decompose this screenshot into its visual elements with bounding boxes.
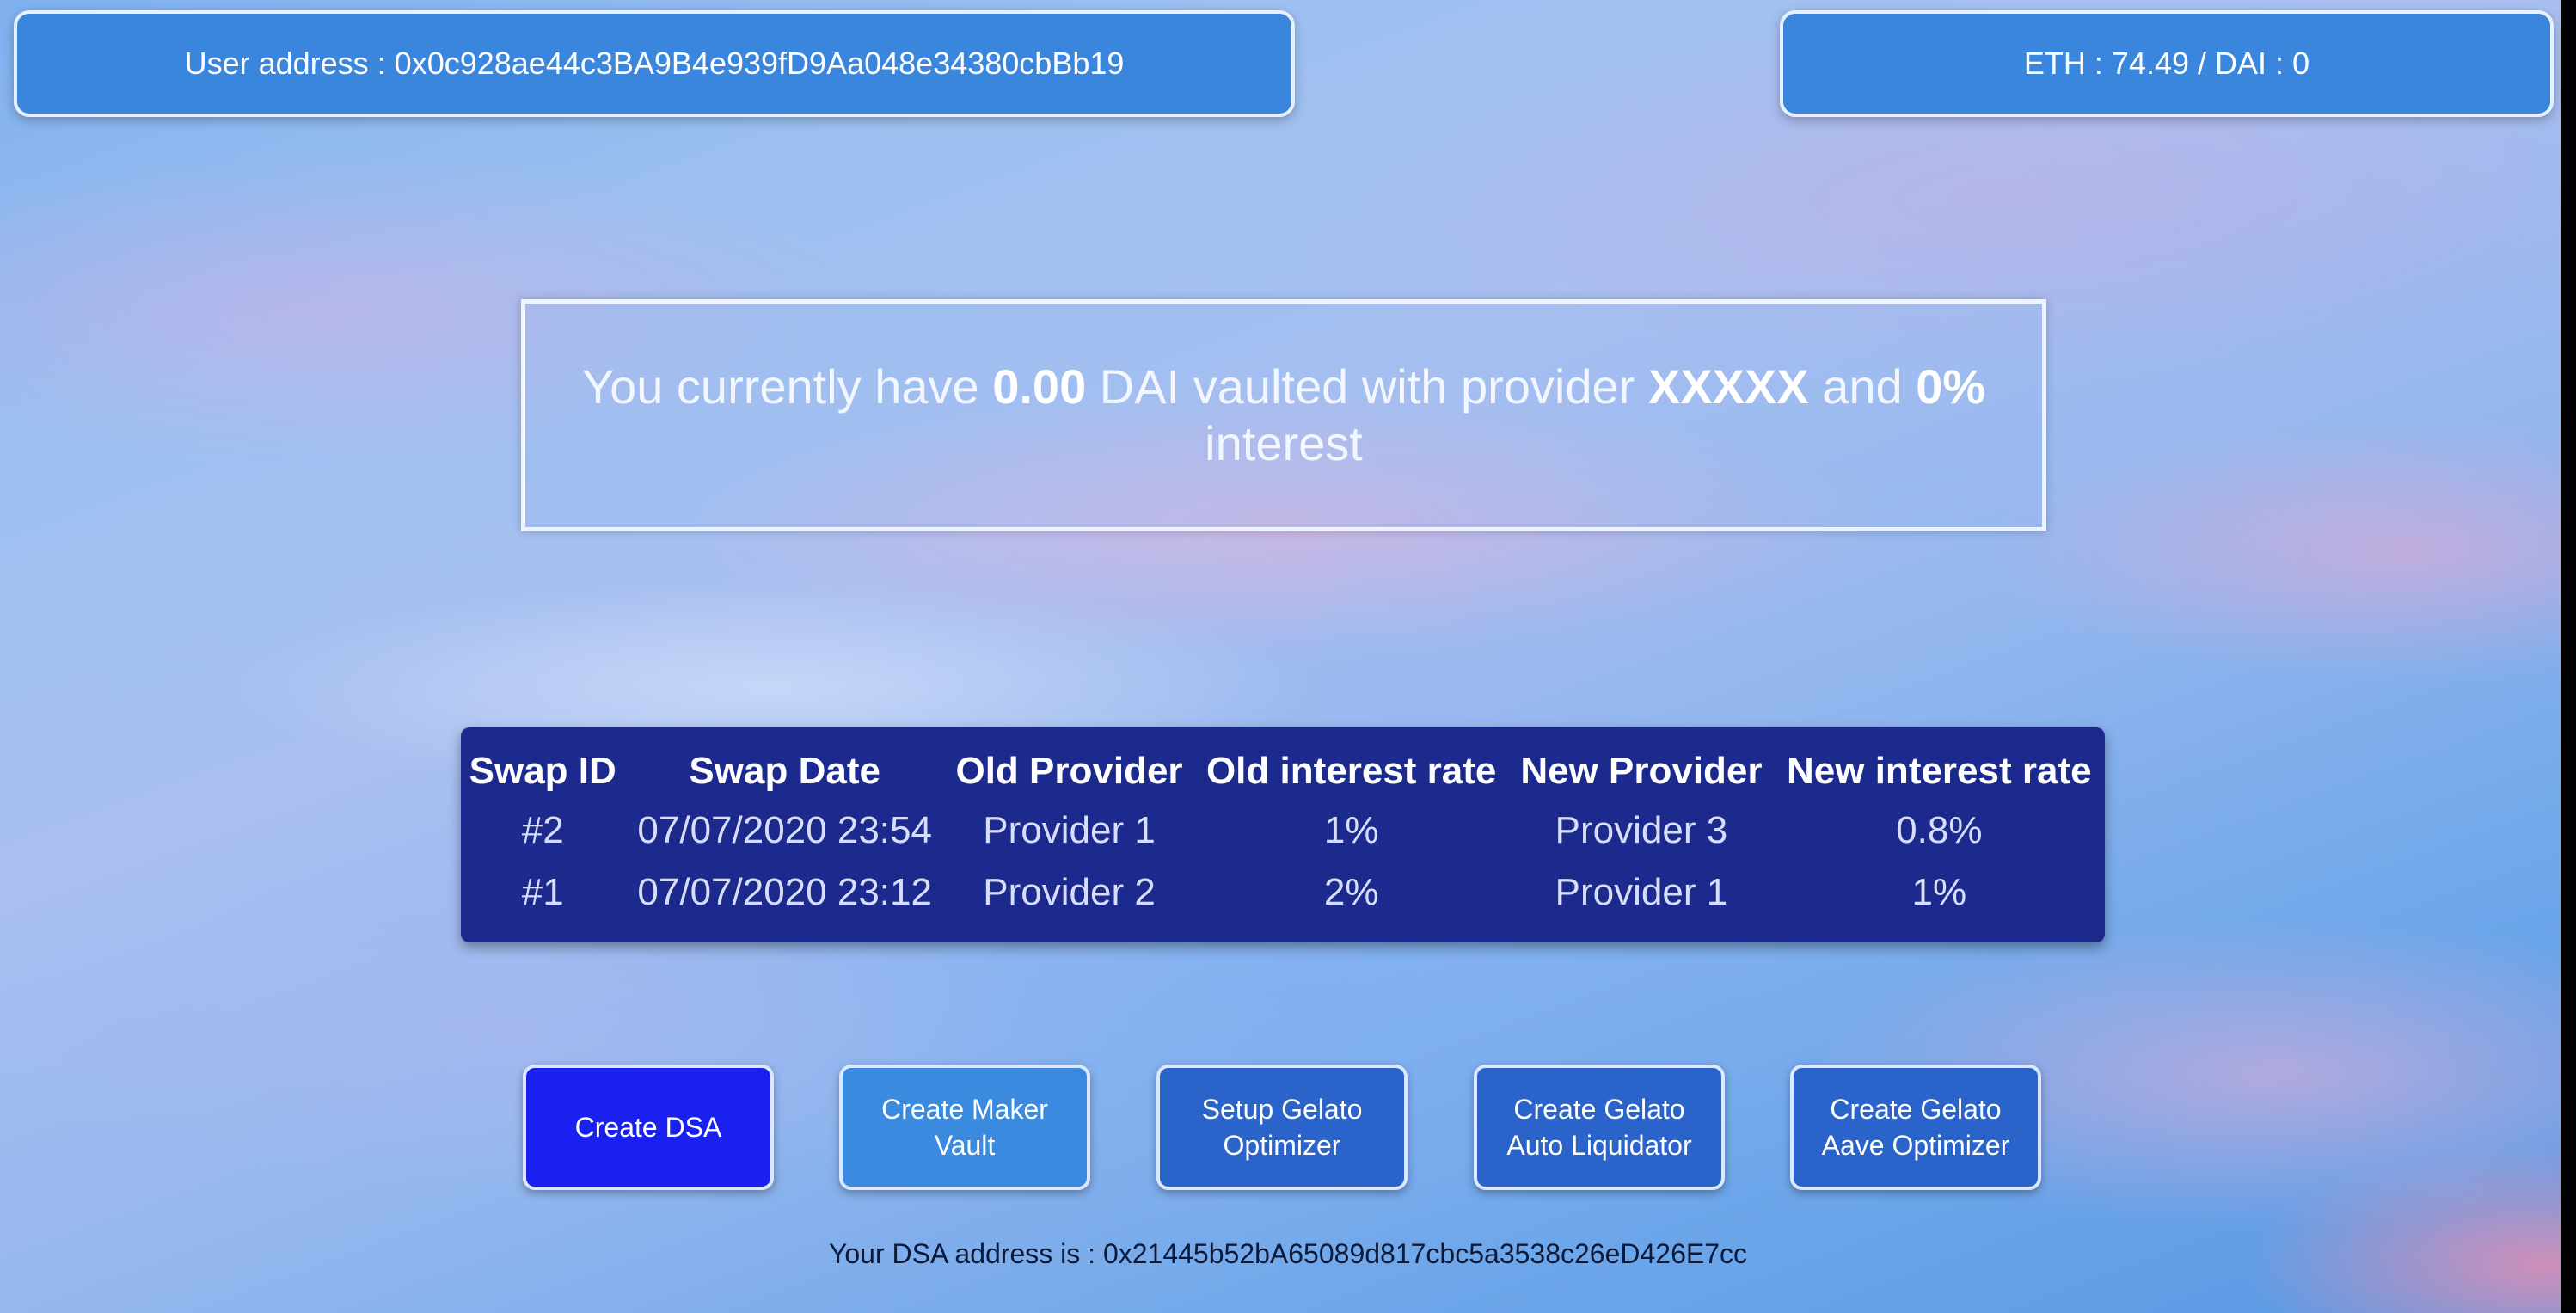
dsa-address-text: Your DSA address is : 0x21445b52bA65089d…: [828, 1238, 1748, 1269]
cell-swap-date: 07/07/2020 23:12: [637, 871, 932, 913]
cell-old-provider: Provider 1: [983, 809, 1156, 851]
vault-conjunction: and: [1822, 359, 1903, 414]
label-line-2: Vault: [934, 1130, 996, 1161]
vault-summary-box: You currently have 0.00 DAI vaulted with…: [521, 299, 2046, 531]
label-line-1: Setup Gelato: [1201, 1094, 1363, 1125]
label-line-2: Aave Optimizer: [1821, 1130, 2010, 1161]
cell-old-interest: 2%: [1323, 871, 1379, 913]
label-line-1: Create Maker: [881, 1094, 1048, 1125]
screen-edge: [2561, 0, 2576, 1313]
user-address-text: User address : 0x0c928ae44c3BA9B4e939fD9…: [184, 46, 1125, 81]
cell-new-interest: 0.8%: [1896, 809, 1983, 851]
table-header-row: Swap ID Swap Date Old Provider Old inter…: [461, 743, 2105, 800]
user-address-bar: User address : 0x0c928ae44c3BA9B4e939fD9…: [14, 10, 1295, 117]
vault-amount: 0.00: [992, 359, 1087, 414]
col-old-interest: Old interest rate: [1205, 750, 1497, 792]
create-gelato-aave-optimizer-label: Create Gelato Aave Optimizer: [1822, 1091, 2010, 1163]
vault-interest: 0%: [1916, 359, 1986, 414]
col-swap-date: Swap Date: [689, 750, 880, 792]
create-maker-vault-label: Create Maker Vault: [881, 1091, 1048, 1163]
create-gelato-auto-liquidator-button[interactable]: Create Gelato Auto Liquidator: [1474, 1065, 1725, 1190]
vault-middle: DAI vaulted with provider: [1099, 359, 1635, 414]
table-row: #2 07/07/2020 23:54 Provider 1 1% Provid…: [461, 800, 2105, 862]
vault-provider: XXXXX: [1647, 359, 1809, 414]
balance-text: ETH : 74.49 / DAI : 0: [2023, 46, 2310, 81]
cell-new-provider: Provider 1: [1555, 871, 1728, 913]
swap-history-table: Swap ID Swap Date Old Provider Old inter…: [461, 743, 2105, 923]
table-row: #1 07/07/2020 23:12 Provider 2 2% Provid…: [461, 862, 2105, 923]
cell-old-interest: 1%: [1323, 809, 1379, 851]
create-dsa-label: Create DSA: [574, 1112, 722, 1143]
setup-gelato-optimizer-label: Setup Gelato Optimizer: [1202, 1091, 1363, 1163]
cell-swap-id: #2: [521, 809, 564, 851]
cell-old-provider: Provider 2: [983, 871, 1156, 913]
setup-gelato-optimizer-button[interactable]: Setup Gelato Optimizer: [1156, 1065, 1408, 1190]
vault-suffix: interest: [1205, 416, 1363, 470]
create-dsa-button[interactable]: Create DSA: [523, 1065, 774, 1190]
label-line-2: Optimizer: [1223, 1130, 1341, 1161]
cell-swap-id: #1: [521, 871, 564, 913]
app-background: User address : 0x0c928ae44c3BA9B4e939fD9…: [0, 0, 2576, 1313]
create-gelato-auto-liquidator-label: Create Gelato Auto Liquidator: [1506, 1091, 1691, 1163]
create-gelato-aave-optimizer-button[interactable]: Create Gelato Aave Optimizer: [1790, 1065, 2041, 1190]
col-new-provider: New Provider: [1520, 750, 1763, 792]
create-maker-vault-button[interactable]: Create Maker Vault: [839, 1065, 1090, 1190]
balance-bar: ETH : 74.49 / DAI : 0: [1780, 10, 2554, 117]
col-old-provider: Old Provider: [955, 750, 1183, 792]
cell-new-provider: Provider 3: [1555, 809, 1728, 851]
label-line-2: Auto Liquidator: [1506, 1130, 1692, 1161]
cell-swap-date: 07/07/2020 23:54: [637, 809, 932, 851]
col-swap-id: Swap ID: [469, 750, 616, 792]
vault-prefix: You currently have: [581, 359, 979, 414]
label-line-1: Create Gelato: [1513, 1094, 1685, 1125]
cell-new-interest: 1%: [1911, 871, 1967, 913]
label-line-1: Create Gelato: [1830, 1094, 2002, 1125]
swap-history-panel: Swap ID Swap Date Old Provider Old inter…: [461, 727, 2105, 942]
col-new-interest: New interest rate: [1787, 750, 2092, 792]
